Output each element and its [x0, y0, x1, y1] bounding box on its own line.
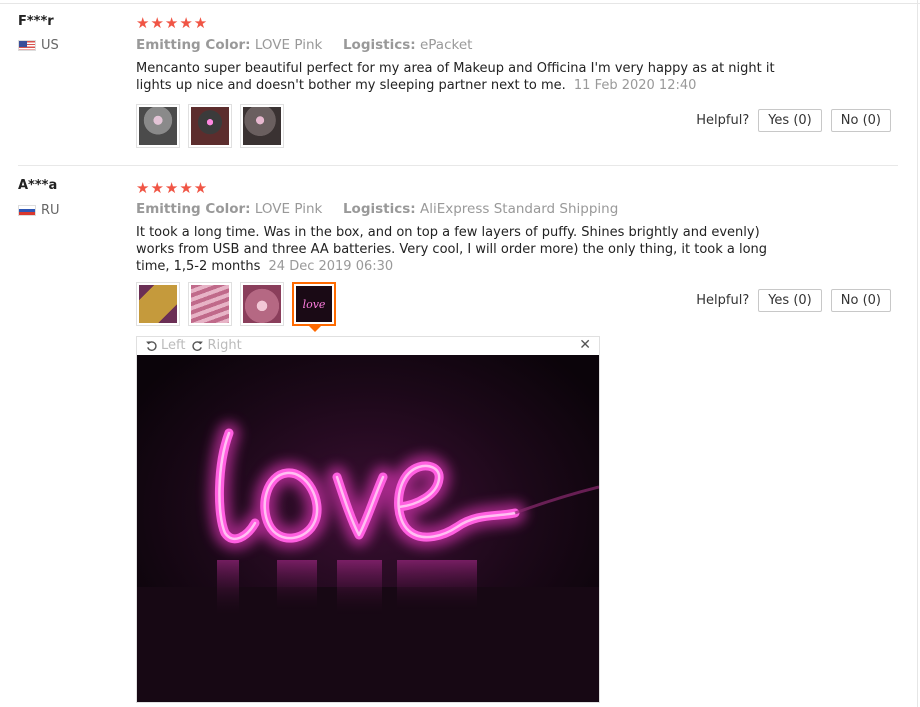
helpful-vote: Helpful? Yes (0) No (0)	[696, 289, 891, 312]
emitting-color-value: LOVE Pink	[254, 201, 323, 217]
helpful-yes-button[interactable]: Yes (0)	[758, 289, 822, 312]
close-icon[interactable]: ✕	[579, 337, 591, 353]
review-photos: love	[136, 282, 336, 332]
rotate-left-icon	[146, 341, 157, 351]
star-rating: ★★★★★	[136, 179, 209, 197]
review-photo-thumb[interactable]	[240, 104, 284, 148]
reviewer-name: A***a	[18, 178, 58, 193]
country-code: RU	[41, 203, 60, 218]
helpful-label: Helpful?	[696, 293, 750, 308]
helpful-label: Helpful?	[696, 113, 750, 128]
logistics-value: ePacket	[419, 37, 473, 53]
emitting-color-value: LOVE Pink	[254, 37, 323, 53]
review-photos	[136, 104, 284, 148]
reviewer-country: RU	[18, 203, 60, 218]
review-text: Mencanto super beautiful perfect for my …	[136, 60, 796, 94]
review-photo-thumb-selected[interactable]: love	[292, 282, 336, 332]
reviewer-country: US	[18, 38, 59, 53]
reviewer-name: F***r	[18, 14, 54, 29]
review-photo-thumb[interactable]	[136, 282, 180, 326]
viewer-toolbar: Left Right ✕	[137, 337, 599, 354]
us-flag-icon	[18, 40, 36, 51]
review-photo-thumb[interactable]	[188, 282, 232, 326]
review-meta: Emitting Color: LOVE Pink Logistics: Ali…	[136, 201, 618, 217]
star-rating: ★★★★★	[136, 14, 209, 32]
emitting-color-label: Emitting Color:	[136, 201, 251, 217]
review-body: It took a long time. Was in the box, and…	[136, 225, 768, 274]
rotate-right-button[interactable]: Right	[191, 338, 242, 353]
emitting-color-label: Emitting Color:	[136, 37, 251, 53]
country-code: US	[41, 38, 59, 53]
review-text: It took a long time. Was in the box, and…	[136, 224, 796, 275]
review-photo-thumb[interactable]	[240, 282, 284, 326]
ru-flag-icon	[18, 205, 36, 216]
logistics-value: AliExpress Standard Shipping	[419, 201, 619, 217]
helpful-vote: Helpful? Yes (0) No (0)	[696, 109, 891, 132]
neon-love-photo	[137, 355, 599, 702]
rotate-right-icon	[192, 341, 204, 351]
neon-love-thumbnail: love	[296, 286, 332, 322]
rotate-left-label: Left	[161, 338, 186, 353]
review-item: F***r US ★★★★★ Emitting Color: LOVE Pink…	[0, 0, 918, 165]
helpful-no-button[interactable]: No (0)	[830, 289, 891, 312]
review-meta: Emitting Color: LOVE Pink Logistics: ePa…	[136, 37, 472, 53]
rotate-left-button[interactable]: Left	[145, 338, 185, 353]
review-date: 11 Feb 2020 12:40	[573, 78, 697, 93]
review-photo-thumb[interactable]	[188, 104, 232, 148]
review-photo-thumb[interactable]	[136, 104, 180, 148]
logistics-label: Logistics:	[342, 201, 416, 217]
image-viewer: Left Right ✕	[136, 336, 600, 703]
neon-sign-image	[137, 355, 599, 702]
helpful-no-button[interactable]: No (0)	[830, 109, 891, 132]
helpful-yes-button[interactable]: Yes (0)	[758, 109, 822, 132]
logistics-label: Logistics:	[342, 37, 416, 53]
review-date: 24 Dec 2019 06:30	[268, 259, 394, 274]
rotate-right-label: Right	[207, 338, 242, 353]
